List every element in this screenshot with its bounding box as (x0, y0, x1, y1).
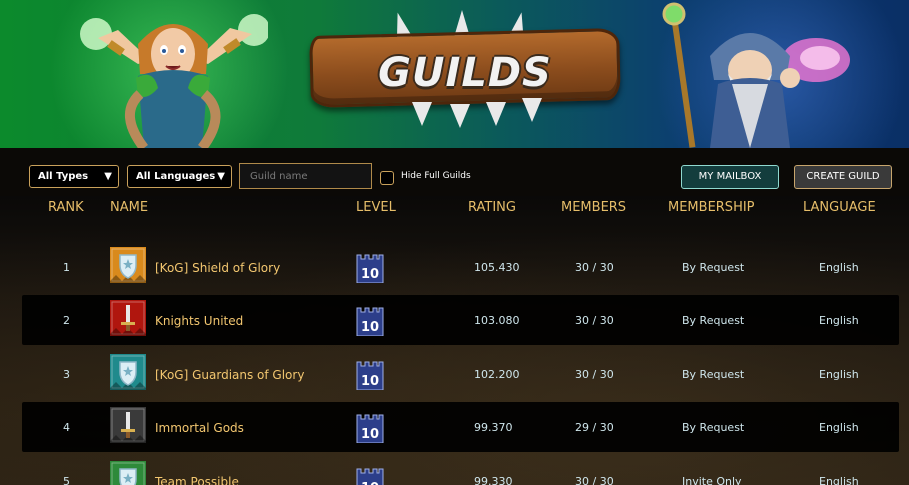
guild-name[interactable]: Immortal Gods (155, 421, 244, 435)
claw-icon (412, 102, 432, 126)
table-row[interactable]: 1 [KoG] Shield of Glory 10 105.430 30 / 30 By… (22, 242, 899, 292)
table-row[interactable]: 3 [KoG] Guardians of Glory 10 102.200 30 / 3… (22, 349, 899, 399)
level-value: 10 (361, 267, 379, 282)
guild-emblem (110, 247, 146, 283)
guilds-sign: GUILDS (300, 9, 630, 128)
column-header-rank[interactable]: RANK (48, 200, 84, 215)
guild-language: English (819, 368, 859, 381)
guild-membership: By Request (682, 261, 745, 274)
language-filter-value: All Languages (136, 171, 216, 182)
table-row[interactable]: 4 Immortal Gods 10 99.370 29 / 30 By Request E… (22, 402, 899, 452)
guild-language: English (819, 261, 859, 274)
shield-icon (119, 361, 137, 386)
chevron-down-icon: ▼ (104, 171, 112, 182)
level-value: 10 (361, 320, 379, 335)
guild-emblem (110, 407, 146, 443)
column-header-members[interactable]: MEMBERS (561, 200, 626, 215)
guild-rating: 103.080 (474, 314, 520, 327)
column-header-rating[interactable]: RATING (468, 200, 516, 215)
level-value: 10 (361, 481, 379, 485)
claw-icon (522, 98, 542, 122)
guild-membership: By Request (682, 368, 745, 381)
guild-name[interactable]: Knights United (155, 314, 243, 328)
guild-rank: 4 (63, 421, 70, 434)
column-header-language[interactable]: LANGUAGE (803, 200, 876, 215)
guild-rank: 3 (63, 368, 70, 381)
guild-rating: 99.330 (474, 475, 513, 485)
type-filter-value: All Types (38, 171, 89, 182)
guild-name[interactable]: Team Possible (155, 475, 239, 485)
guild-name[interactable]: [KoG] Shield of Glory (155, 261, 280, 275)
column-header-membership[interactable]: MEMBERSHIP (668, 200, 755, 215)
guild-membership: By Request (682, 421, 745, 434)
claw-icon (486, 102, 506, 126)
guild-language: English (819, 314, 859, 327)
my-mailbox-button[interactable]: MY MAILBOX (681, 165, 779, 189)
level-badge: 10 (355, 411, 385, 443)
hide-full-guilds-checkbox[interactable] (380, 171, 394, 185)
guild-rating: 102.200 (474, 368, 520, 381)
guild-language: English (819, 475, 859, 485)
level-badge: 10 (355, 465, 385, 485)
page-title: GUILDS (378, 50, 552, 96)
guild-rating: 105.430 (474, 261, 520, 274)
guild-rating: 99.370 (474, 421, 513, 434)
wizard-illustration (640, 0, 870, 148)
guild-emblem (110, 300, 146, 336)
guild-membership: By Request (682, 314, 745, 327)
guild-name-search-input[interactable] (239, 163, 372, 189)
guild-members: 30 / 30 (575, 314, 614, 327)
level-value: 10 (361, 427, 379, 442)
column-header-level[interactable]: LEVEL (356, 200, 396, 215)
guild-members: 30 / 30 (575, 261, 614, 274)
type-filter-select[interactable]: All Types ▼ (29, 165, 119, 188)
column-header-name[interactable]: NAME (110, 200, 148, 215)
shield-icon (119, 468, 137, 485)
level-value: 10 (361, 374, 379, 389)
guild-membership: Invite Only (682, 475, 742, 485)
guild-rank: 5 (63, 475, 70, 485)
guild-rank: 2 (63, 314, 70, 327)
hide-full-guilds-label: Hide Full Guilds (401, 171, 471, 181)
level-badge: 10 (355, 358, 385, 390)
level-badge: 10 (355, 251, 385, 283)
level-badge: 10 (355, 304, 385, 336)
chevron-down-icon: ▼ (217, 171, 225, 182)
guild-rank: 1 (63, 261, 70, 274)
claw-icon (450, 104, 470, 128)
table-row[interactable]: 5 Team Possible 10 99.330 30 / 30 Invite Only… (22, 456, 899, 485)
guild-name[interactable]: [KoG] Guardians of Glory (155, 368, 304, 382)
language-filter-select[interactable]: All Languages ▼ (127, 165, 232, 188)
guild-emblem (110, 354, 146, 390)
guilds-banner: GUILDS (0, 0, 909, 148)
guild-language: English (819, 421, 859, 434)
guild-members: 30 / 30 (575, 475, 614, 485)
guild-members: 30 / 30 (575, 368, 614, 381)
table-row[interactable]: 2 Knights United 10 103.080 30 / 30 By Reques… (22, 295, 899, 345)
guild-members: 29 / 30 (575, 421, 614, 434)
guild-emblem (110, 461, 146, 485)
heroine-illustration (78, 4, 270, 148)
create-guild-button[interactable]: CREATE GUILD (794, 165, 892, 189)
shield-icon (119, 254, 137, 279)
